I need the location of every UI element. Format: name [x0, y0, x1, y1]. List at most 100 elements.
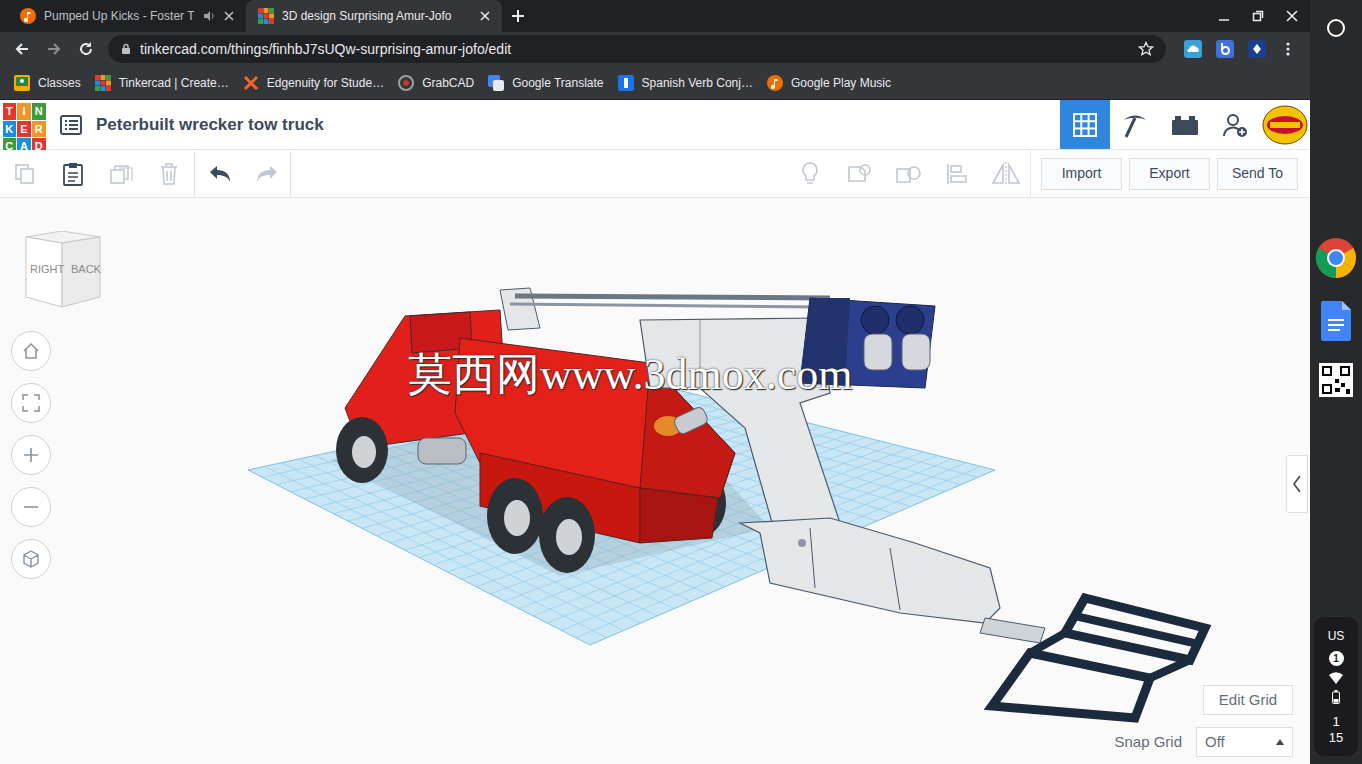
- reload-button[interactable]: [72, 35, 100, 63]
- mirror-button[interactable]: [981, 150, 1030, 197]
- invite-button[interactable]: [1210, 100, 1260, 149]
- docs-icon[interactable]: [1321, 301, 1351, 341]
- browser-window: Pumped Up Kicks - Foster T 3D design Sur…: [0, 0, 1310, 764]
- copy-button[interactable]: [1, 150, 49, 197]
- lock-icon: [120, 43, 132, 55]
- omnibox[interactable]: tinkercad.com/things/finhbJ7sUQw-surpris…: [108, 35, 1166, 63]
- bookmark[interactable]: Google Translate: [488, 74, 603, 92]
- edit-toolbar: Import Export Send To: [0, 150, 1310, 198]
- avatar-icon: [1262, 105, 1308, 145]
- align-icon: [945, 162, 969, 186]
- zoom-out-button[interactable]: [11, 487, 51, 527]
- qr-code-icon[interactable]: [1319, 363, 1353, 397]
- redo-icon: [255, 165, 279, 183]
- duplicate-button[interactable]: [97, 150, 145, 197]
- verb-conjugation-icon: [618, 75, 634, 91]
- browser-tab[interactable]: Pumped Up Kicks - Foster T: [8, 0, 246, 32]
- chrome-icon[interactable]: [1315, 237, 1357, 279]
- workplane-canvas[interactable]: RIGHT BACK 莫西网www.3dmox.com Edit Grid Sn…: [0, 198, 1310, 764]
- truck-model[interactable]: [0, 198, 1310, 764]
- restore-icon[interactable]: [1252, 10, 1264, 22]
- history-tools: [196, 150, 290, 197]
- browser-tab[interactable]: 3D design Surprising Amur-Jofo: [246, 0, 502, 32]
- duplicate-icon: [109, 163, 133, 185]
- battery-icon: [1332, 690, 1340, 704]
- fit-icon: [21, 393, 41, 413]
- play-music-icon: [767, 75, 783, 91]
- menu-dots-icon[interactable]: [1280, 41, 1296, 57]
- cloud-extension-icon[interactable]: [1184, 40, 1202, 58]
- design-list-button[interactable]: [46, 100, 96, 149]
- note-button[interactable]: [785, 150, 834, 197]
- snap-grid-dropdown[interactable]: Off: [1196, 727, 1293, 757]
- edit-grid-button[interactable]: Edit Grid: [1203, 685, 1293, 715]
- minimize-icon[interactable]: [1218, 10, 1230, 22]
- undo-button[interactable]: [196, 150, 243, 197]
- build-view-button[interactable]: [1110, 100, 1160, 149]
- close-window-icon[interactable]: [1286, 10, 1298, 22]
- clipboard-tools: [1, 150, 193, 197]
- home-view-button[interactable]: [11, 331, 51, 371]
- status-tray[interactable]: US 1 1 15: [1314, 617, 1358, 756]
- classroom-icon: [14, 75, 30, 91]
- bookmark[interactable]: Tinkercad | Create…: [95, 74, 229, 92]
- user-avatar[interactable]: [1260, 100, 1310, 149]
- view-cube[interactable]: RIGHT BACK: [22, 231, 104, 309]
- speaker-icon: [202, 9, 216, 23]
- bookmark[interactable]: Spanish Verb Conj…: [618, 74, 753, 92]
- align-button[interactable]: [932, 150, 981, 197]
- tinkercad-logo[interactable]: T I N K E R C A D: [0, 100, 46, 149]
- close-tab-icon[interactable]: [224, 11, 234, 21]
- home-icon: [21, 341, 41, 361]
- shape-tools: [785, 150, 1030, 197]
- launcher-circle-icon: [1326, 18, 1346, 38]
- bookmarks-bar: Classes Tinkercad | Create… Edgenuity fo…: [0, 66, 1310, 100]
- undo-icon: [208, 165, 232, 183]
- star-icon[interactable]: [1138, 41, 1154, 57]
- tab-strip: Pumped Up Kicks - Foster T 3D design Sur…: [0, 0, 1310, 32]
- play-music-icon: [20, 8, 36, 24]
- launcher-button[interactable]: [1326, 0, 1346, 56]
- redo-button[interactable]: [243, 150, 290, 197]
- bookmark[interactable]: GrabCAD: [398, 74, 474, 92]
- export-button[interactable]: Export: [1129, 158, 1210, 190]
- design-title[interactable]: Peterbuilt wrecker tow truck: [96, 100, 324, 149]
- delete-icon: [159, 162, 179, 186]
- b-extension-icon[interactable]: [1216, 40, 1234, 58]
- bookmark[interactable]: Google Play Music: [767, 74, 891, 92]
- bricks-icon: [1171, 114, 1199, 136]
- delete-button[interactable]: [145, 150, 193, 197]
- action-buttons: Import Export Send To: [1041, 158, 1298, 190]
- design-view-button[interactable]: [1060, 100, 1110, 149]
- import-button[interactable]: Import: [1041, 158, 1122, 190]
- minus-icon: [21, 497, 41, 517]
- back-arrow-icon: [14, 41, 30, 57]
- projection-button[interactable]: [11, 539, 51, 579]
- extensions: [1170, 40, 1302, 58]
- paste-button[interactable]: [49, 150, 97, 197]
- bookmark[interactable]: Edgenuity for Stude…: [243, 74, 384, 92]
- ungroup-icon: [894, 161, 922, 187]
- window-controls: [1218, 0, 1310, 32]
- group-button[interactable]: [834, 150, 883, 197]
- zoom-in-button[interactable]: [11, 435, 51, 475]
- cube-face-label: RIGHT: [30, 261, 64, 278]
- design-icon: [1072, 112, 1098, 138]
- send-to-button[interactable]: Send To: [1217, 158, 1298, 190]
- list-icon: [60, 115, 82, 135]
- build-icon: [1120, 110, 1150, 140]
- bricks-view-button[interactable]: [1160, 100, 1210, 149]
- new-tab-button[interactable]: [502, 0, 534, 32]
- wifi-icon: [1329, 672, 1343, 684]
- close-tab-icon[interactable]: [480, 11, 490, 21]
- back-button[interactable]: [8, 35, 36, 63]
- fit-view-button[interactable]: [11, 383, 51, 423]
- shield-extension-icon[interactable]: [1248, 40, 1266, 58]
- forward-button[interactable]: [40, 35, 68, 63]
- ungroup-button[interactable]: [883, 150, 932, 197]
- panel-toggle-button[interactable]: [1286, 455, 1308, 513]
- view-controls: [11, 331, 51, 579]
- forward-arrow-icon: [46, 41, 62, 57]
- notification-count: 1: [1329, 651, 1344, 666]
- bookmark[interactable]: Classes: [14, 74, 81, 92]
